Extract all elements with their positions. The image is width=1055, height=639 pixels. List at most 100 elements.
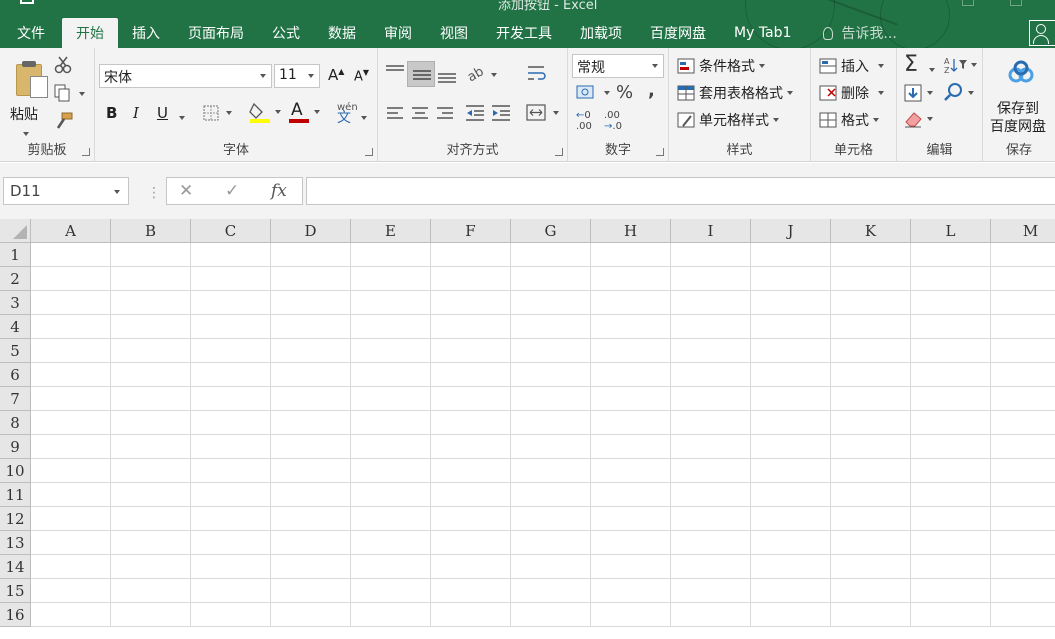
cell[interactable] bbox=[431, 267, 511, 291]
cell[interactable] bbox=[271, 315, 351, 339]
cell[interactable] bbox=[191, 411, 271, 435]
cell[interactable] bbox=[271, 531, 351, 555]
cell[interactable] bbox=[511, 339, 591, 363]
cell[interactable] bbox=[271, 363, 351, 387]
align-right-icon[interactable] bbox=[436, 106, 454, 120]
cell[interactable] bbox=[511, 291, 591, 315]
row-header[interactable]: 6 bbox=[0, 363, 31, 387]
cell[interactable] bbox=[591, 339, 671, 363]
cell[interactable] bbox=[351, 531, 431, 555]
cell[interactable] bbox=[991, 387, 1055, 411]
select-all-button[interactable] bbox=[0, 219, 31, 243]
cell[interactable] bbox=[831, 483, 911, 507]
cell[interactable] bbox=[591, 435, 671, 459]
increase-indent-icon[interactable] bbox=[491, 104, 511, 122]
column-header[interactable]: M bbox=[991, 219, 1055, 243]
cell[interactable] bbox=[431, 531, 511, 555]
cell[interactable] bbox=[191, 267, 271, 291]
cell[interactable] bbox=[831, 555, 911, 579]
format-as-table-button[interactable]: 套用表格格式 bbox=[677, 83, 794, 103]
cell[interactable] bbox=[751, 531, 831, 555]
cell[interactable] bbox=[431, 411, 511, 435]
cell[interactable] bbox=[191, 603, 271, 627]
cell[interactable] bbox=[31, 411, 111, 435]
autosum-dropdown-icon[interactable] bbox=[929, 67, 935, 72]
cell[interactable] bbox=[831, 339, 911, 363]
cell[interactable] bbox=[991, 339, 1055, 363]
cell[interactable] bbox=[31, 531, 111, 555]
cell[interactable] bbox=[591, 315, 671, 339]
cell[interactable] bbox=[111, 435, 191, 459]
row-header[interactable]: 13 bbox=[0, 531, 31, 555]
conditional-formatting-button[interactable]: 条件格式 bbox=[677, 56, 766, 76]
cell[interactable] bbox=[991, 315, 1055, 339]
cell[interactable] bbox=[671, 291, 751, 315]
cell[interactable] bbox=[991, 579, 1055, 603]
cell[interactable] bbox=[351, 291, 431, 315]
cell[interactable] bbox=[671, 507, 751, 531]
cell[interactable] bbox=[591, 363, 671, 387]
save-to-baidu-button[interactable]: 保存到 百度网盘 bbox=[987, 58, 1053, 136]
cell[interactable] bbox=[111, 411, 191, 435]
cell-styles-button[interactable]: 单元格样式 bbox=[677, 110, 780, 130]
shrink-font-button[interactable]: A▼ bbox=[354, 68, 369, 84]
tab-home[interactable]: 开始 bbox=[62, 18, 118, 48]
cell[interactable] bbox=[351, 555, 431, 579]
cell[interactable] bbox=[351, 339, 431, 363]
phonetic-dropdown-icon[interactable] bbox=[361, 115, 367, 120]
cell[interactable] bbox=[271, 387, 351, 411]
cell[interactable] bbox=[751, 555, 831, 579]
cell[interactable] bbox=[591, 243, 671, 267]
cell[interactable] bbox=[191, 579, 271, 603]
cell[interactable] bbox=[111, 483, 191, 507]
cell[interactable] bbox=[831, 243, 911, 267]
cell[interactable] bbox=[991, 507, 1055, 531]
tell-me-search[interactable]: 告诉我... bbox=[805, 18, 897, 48]
formula-input[interactable] bbox=[306, 177, 1055, 205]
cell[interactable] bbox=[991, 411, 1055, 435]
copy-icon[interactable] bbox=[54, 84, 86, 102]
cell[interactable] bbox=[271, 267, 351, 291]
cell[interactable] bbox=[111, 603, 191, 627]
align-bottom-icon[interactable] bbox=[437, 68, 457, 84]
orientation-icon[interactable]: ab bbox=[466, 64, 500, 84]
cell[interactable] bbox=[991, 363, 1055, 387]
cell[interactable] bbox=[431, 363, 511, 387]
cell[interactable] bbox=[751, 411, 831, 435]
cell[interactable] bbox=[751, 507, 831, 531]
column-header[interactable]: H bbox=[591, 219, 671, 243]
cell[interactable] bbox=[671, 579, 751, 603]
maximize-icon[interactable] bbox=[1010, 0, 1022, 6]
cell[interactable] bbox=[831, 603, 911, 627]
cell[interactable] bbox=[591, 483, 671, 507]
number-format-select[interactable]: 常规 bbox=[572, 54, 664, 78]
cut-icon[interactable] bbox=[54, 56, 72, 74]
column-header[interactable]: G bbox=[511, 219, 591, 243]
row-header[interactable]: 11 bbox=[0, 483, 31, 507]
cell[interactable] bbox=[751, 603, 831, 627]
cell[interactable] bbox=[831, 531, 911, 555]
cell[interactable] bbox=[671, 435, 751, 459]
cell[interactable] bbox=[511, 411, 591, 435]
cell[interactable] bbox=[751, 267, 831, 291]
column-header[interactable]: L bbox=[911, 219, 991, 243]
row-header[interactable]: 2 bbox=[0, 267, 31, 291]
cell[interactable] bbox=[431, 291, 511, 315]
cell[interactable] bbox=[671, 339, 751, 363]
cell[interactable] bbox=[591, 603, 671, 627]
accounting-format-icon[interactable] bbox=[576, 84, 612, 102]
cell[interactable] bbox=[591, 459, 671, 483]
cell[interactable] bbox=[271, 243, 351, 267]
tab-addins[interactable]: 加载项 bbox=[566, 18, 636, 48]
cell[interactable] bbox=[511, 315, 591, 339]
account-icon[interactable] bbox=[1029, 20, 1055, 46]
border-icon[interactable] bbox=[203, 105, 237, 121]
cell[interactable] bbox=[671, 603, 751, 627]
cell[interactable] bbox=[831, 579, 911, 603]
number-launcher-icon[interactable] bbox=[656, 148, 664, 156]
cell[interactable] bbox=[751, 579, 831, 603]
cell[interactable] bbox=[911, 435, 991, 459]
fill-icon[interactable] bbox=[904, 84, 938, 102]
cell[interactable] bbox=[271, 507, 351, 531]
cell[interactable] bbox=[191, 435, 271, 459]
